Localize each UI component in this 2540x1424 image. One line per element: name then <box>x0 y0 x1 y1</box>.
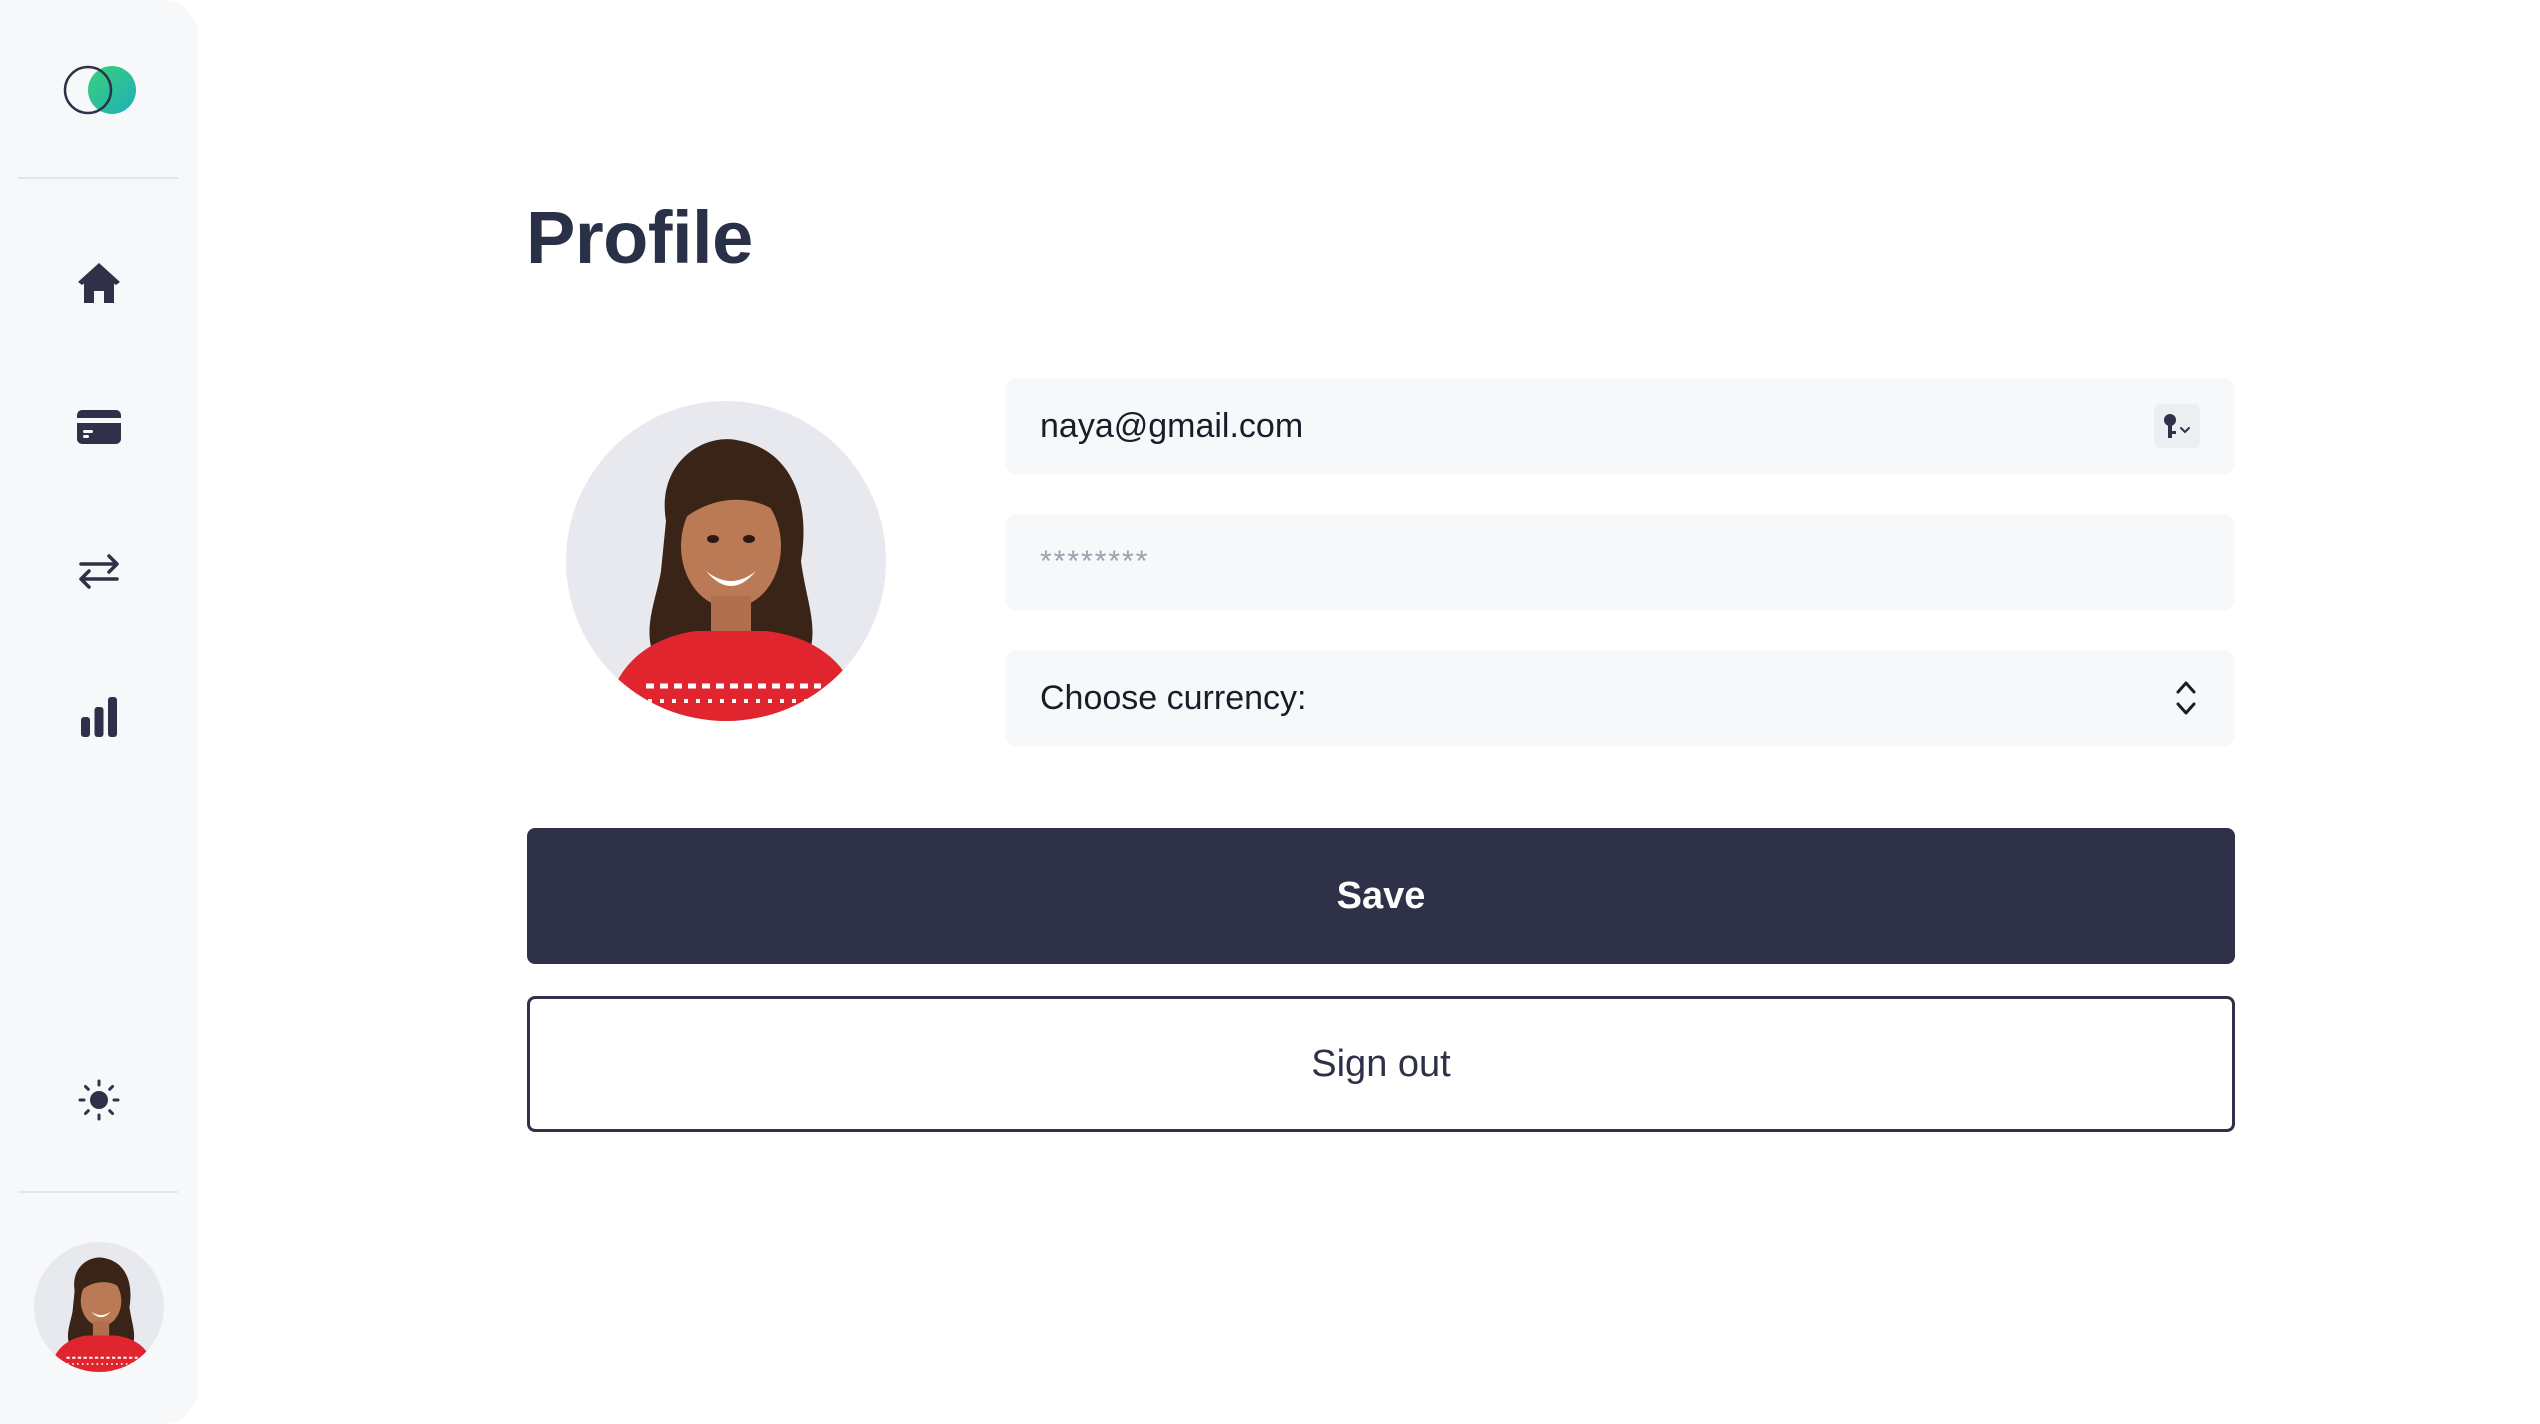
sidebar-item-home[interactable] <box>58 242 140 324</box>
sidebar <box>0 0 198 1424</box>
sidebar-item-transfers[interactable] <box>58 530 140 612</box>
currency-select[interactable]: Choose currency: <box>1006 650 2234 746</box>
sidebar-item-cards[interactable] <box>58 386 140 468</box>
password-field[interactable] <box>1006 514 2234 610</box>
email-input[interactable] <box>1040 406 2200 446</box>
save-button[interactable]: Save <box>527 828 2235 964</box>
credit-card-icon <box>77 410 121 444</box>
app-logo[interactable] <box>58 62 142 118</box>
sign-out-button[interactable]: Sign out <box>527 996 2235 1132</box>
page-title: Profile <box>526 196 753 279</box>
password-manager-button[interactable] <box>2154 404 2200 448</box>
password-input[interactable] <box>1040 545 2200 579</box>
email-field[interactable] <box>1006 378 2234 474</box>
currency-select-label: Choose currency: <box>1040 678 1307 717</box>
user-avatar[interactable] <box>34 1242 164 1372</box>
sun-icon <box>78 1079 120 1121</box>
bar-chart-icon <box>81 697 117 737</box>
sidebar-divider <box>18 1191 178 1193</box>
transfer-arrows-icon <box>79 554 119 589</box>
chevron-up-down-icon <box>2176 681 2196 715</box>
home-icon <box>78 263 120 303</box>
sidebar-item-statistics[interactable] <box>58 675 140 757</box>
profile-photo[interactable] <box>566 401 886 721</box>
sidebar-divider <box>18 177 178 179</box>
key-dropdown-icon <box>2164 414 2190 438</box>
theme-toggle-button[interactable] <box>58 1059 140 1141</box>
